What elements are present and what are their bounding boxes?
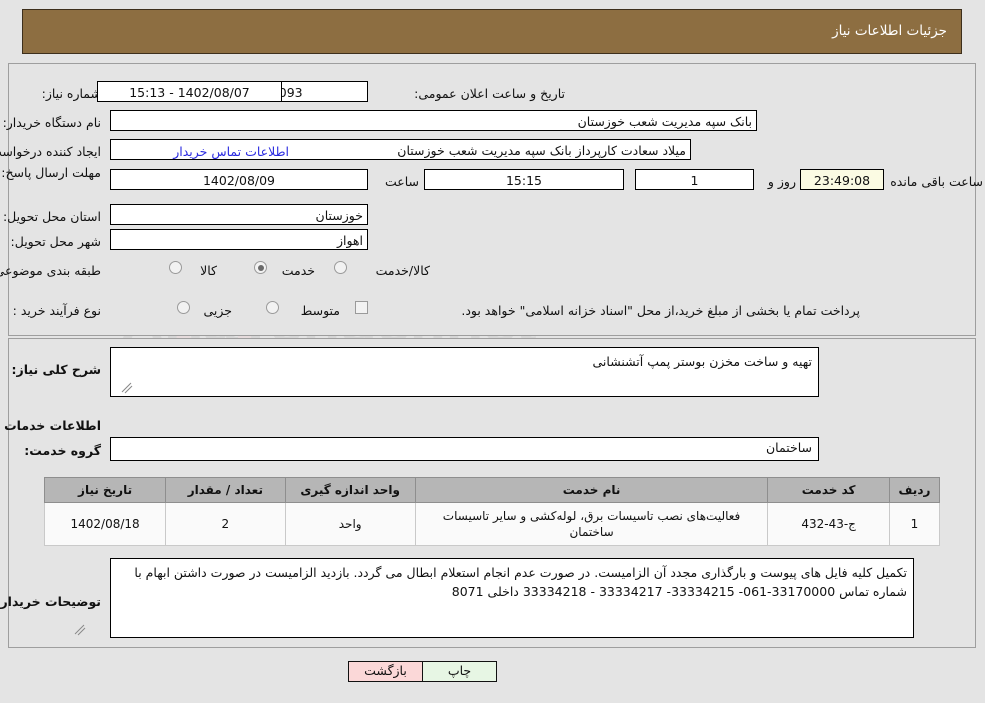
category-radio-kala-khedmat[interactable] [334, 261, 347, 274]
buyer-contact-link[interactable]: اطلاعات تماس خریدار [173, 144, 289, 159]
city-value: اهواز [110, 229, 368, 250]
th-service-name: نام خدمت [414, 477, 769, 503]
th-need-date: تاریخ نیاز [43, 477, 167, 503]
general-desc-textarea[interactable]: تهیه و ساخت مخزن بوستر پمپ آتشنشانی [110, 347, 819, 397]
need-number-label: شماره نیاز: [41, 86, 101, 101]
buyer-notes-resize-handle[interactable] [74, 621, 86, 636]
category-radio-kala[interactable] [169, 261, 182, 274]
process-radio-motevaset[interactable] [266, 301, 279, 314]
th-quantity: تعداد / مقدار [165, 477, 286, 503]
requester-label: ایجاد کننده درخواست: [0, 144, 101, 159]
public-announce-label: تاریخ و ساعت اعلان عمومی: [414, 86, 565, 101]
process-radio-jozei[interactable] [177, 301, 190, 314]
print-button[interactable]: چاپ [422, 661, 497, 682]
category-radio-khedmat[interactable] [254, 261, 267, 274]
services-section-title: اطلاعات خدمات مورد نیاز [0, 418, 101, 433]
th-unit: واحد اندازه گیری [284, 477, 416, 503]
page-title: جزئیات اطلاعات نیاز [832, 23, 947, 39]
cell-service-code: ج-43-432 [767, 502, 890, 546]
th-row-no: ردیف [888, 477, 941, 503]
treasury-bond-checkbox[interactable] [355, 301, 368, 314]
cell-unit: واحد [284, 502, 416, 546]
buyer-notes-label: توضیحات خریدار: [0, 594, 101, 609]
category-option-label-1: خدمت [281, 263, 315, 278]
province-label: استان محل تحویل: [2, 209, 101, 224]
process-option-label-0: جزیی [203, 303, 232, 318]
process-option-label-1: متوسط [300, 303, 340, 318]
page-root: V AriaTender.net جزئیات اطلاعات نیاز شما… [0, 0, 985, 703]
remaining-suffix-label: ساعت باقی مانده [890, 174, 983, 189]
back-button[interactable]: بازگشت [348, 661, 423, 682]
category-option-label-2: کالا/خدمت [375, 263, 430, 278]
process-label: نوع فرآیند خرید : [12, 303, 101, 318]
province-value: خوزستان [110, 204, 368, 225]
buyer-org-label: نام دستگاه خریدار: [2, 115, 101, 130]
public-announce-value: 1402/08/07 - 15:13 [97, 81, 282, 102]
th-service-code: کد خدمت [767, 477, 890, 503]
general-desc-resize-handle[interactable] [121, 379, 133, 394]
cell-service-name: فعالیت‌های نصب تاسیسات برق، لوله‌کشی و س… [414, 502, 769, 546]
services-table: ردیف کد خدمت نام خدمت واحد اندازه گیری ت… [43, 477, 941, 546]
buyer-org-value: بانک سپه مدیریت شعب خوزستان [110, 110, 757, 131]
city-label: شهر محل تحویل: [10, 234, 101, 249]
treasury-bond-text: پرداخت تمام یا بخشی از مبلغ خرید،از محل … [461, 303, 860, 318]
table-row[interactable]: 1 ج-43-432 فعالیت‌های نصب تاسیسات برق، ل… [43, 502, 941, 546]
general-desc-label: شرح کلی نیاز: [11, 362, 101, 377]
service-group-value: ساختمان [110, 437, 819, 461]
title-bar: جزئیات اطلاعات نیاز [22, 9, 962, 54]
service-group-label: گروه خدمت: [24, 443, 101, 458]
category-option-label-0: کالا [200, 263, 217, 278]
category-label: طبقه بندی موضوعی: [0, 263, 101, 278]
need-summary-panel [8, 63, 976, 336]
buyer-notes-textarea[interactable]: تکمیل کلیه فایل های پیوست و بارگذاری مجد… [110, 558, 914, 638]
cell-row-no: 1 [888, 502, 941, 546]
cell-need-date: 1402/08/18 [43, 502, 167, 546]
table-header-row: ردیف کد خدمت نام خدمت واحد اندازه گیری ت… [43, 477, 941, 503]
cell-quantity: 2 [165, 502, 286, 546]
